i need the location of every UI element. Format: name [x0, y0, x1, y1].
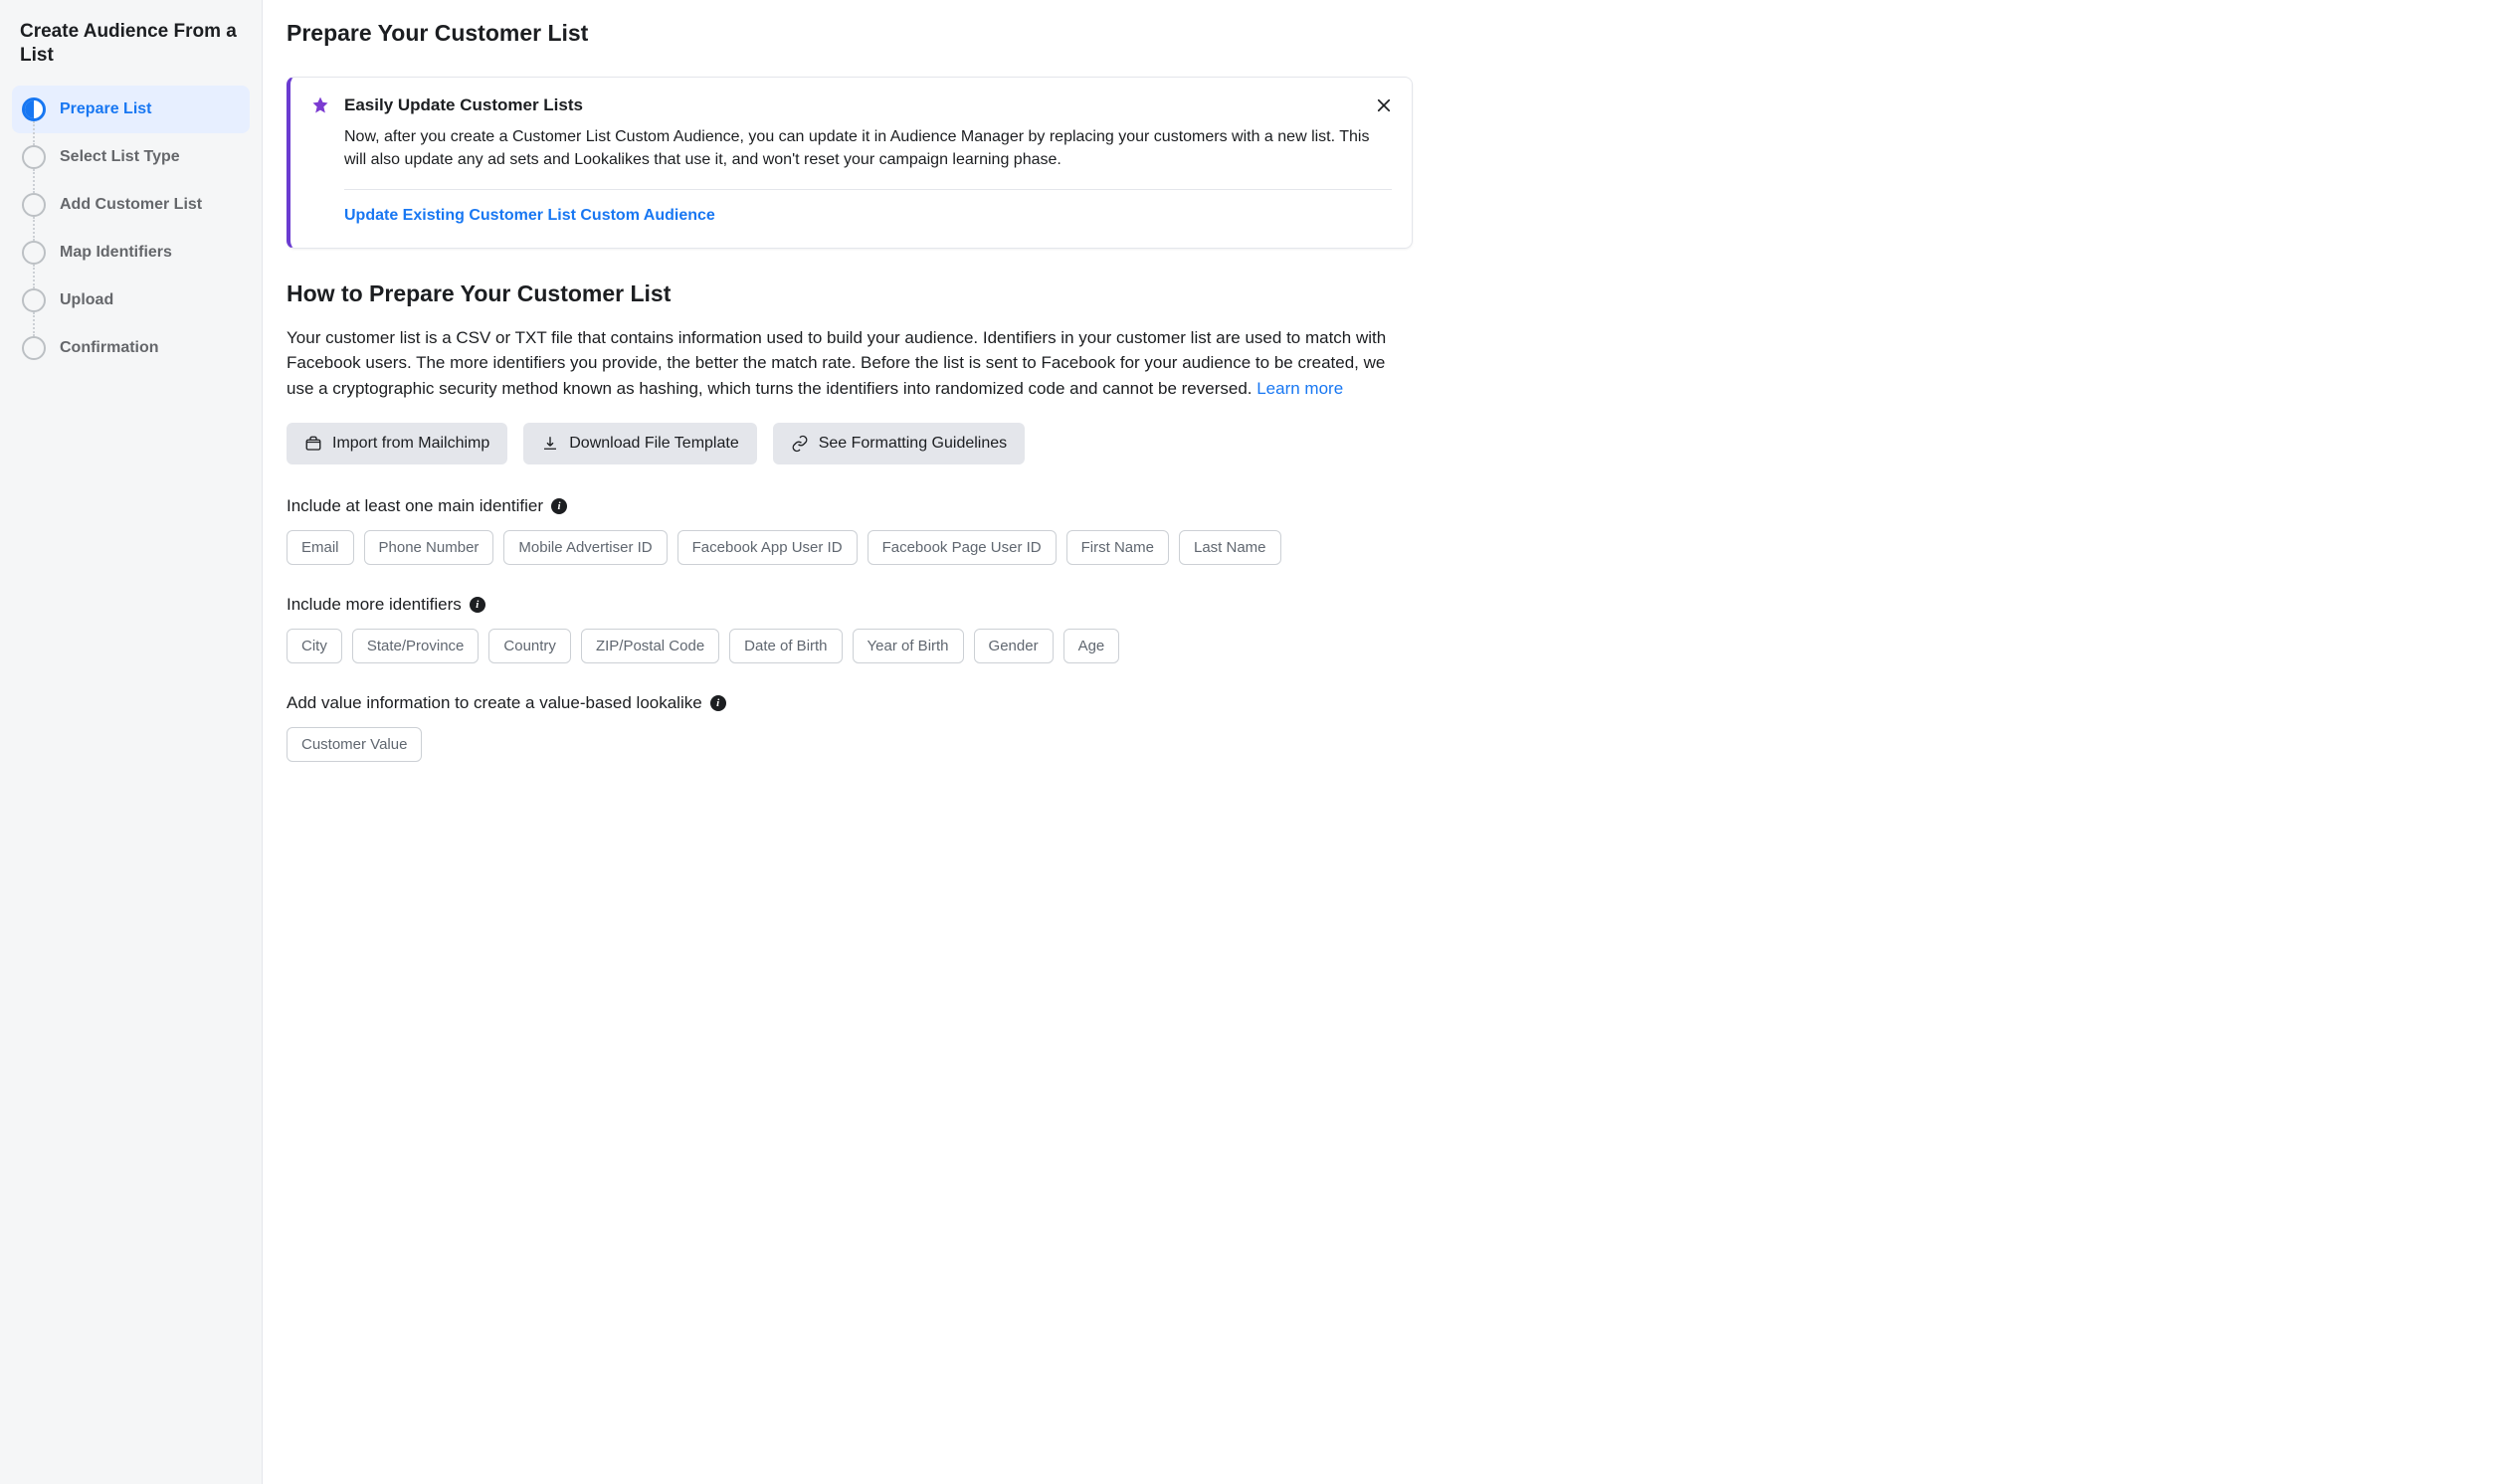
update-notice-card: Easily Update Customer Lists Now, after … — [287, 77, 1413, 249]
chip-zip-postal[interactable]: ZIP/Postal Code — [581, 629, 719, 663]
main-content: Prepare Your Customer List Easily Update… — [263, 0, 1437, 1484]
chip-city[interactable]: City — [287, 629, 342, 663]
step-prepare-list[interactable]: Prepare List — [12, 86, 250, 133]
chip-phone-number[interactable]: Phone Number — [364, 530, 494, 565]
page-title: Prepare Your Customer List — [287, 20, 1413, 47]
chip-fb-page-user-id[interactable]: Facebook Page User ID — [868, 530, 1057, 565]
main-identifier-chips: Email Phone Number Mobile Advertiser ID … — [287, 530, 1413, 565]
value-info-heading: Add value information to create a value-… — [287, 693, 1413, 713]
import-mailchimp-button[interactable]: Import from Mailchimp — [287, 423, 507, 464]
step-label: Confirmation — [60, 339, 159, 357]
chip-first-name[interactable]: First Name — [1066, 530, 1169, 565]
close-icon — [1375, 96, 1393, 114]
chip-gender[interactable]: Gender — [974, 629, 1054, 663]
step-select-list-type[interactable]: Select List Type — [12, 133, 250, 181]
more-identifier-chips: City State/Province Country ZIP/Postal C… — [287, 629, 1413, 663]
sidebar-title: Create Audience From a List — [20, 20, 242, 68]
chip-age[interactable]: Age — [1063, 629, 1120, 663]
chip-country[interactable]: Country — [488, 629, 571, 663]
step-indicator-icon — [22, 241, 46, 265]
step-upload[interactable]: Upload — [12, 277, 250, 324]
star-icon — [310, 95, 330, 115]
notice-title: Easily Update Customer Lists — [344, 95, 583, 115]
main-identifiers-heading: Include at least one main identifier i — [287, 496, 1413, 516]
chip-email[interactable]: Email — [287, 530, 354, 565]
info-icon[interactable]: i — [710, 695, 726, 711]
chip-state-province[interactable]: State/Province — [352, 629, 480, 663]
action-buttons-row: Import from Mailchimp Download File Temp… — [287, 423, 1413, 464]
step-label: Select List Type — [60, 148, 180, 166]
download-template-button[interactable]: Download File Template — [523, 423, 756, 464]
more-identifiers-heading: Include more identifiers i — [287, 595, 1413, 615]
step-confirmation[interactable]: Confirmation — [12, 324, 250, 372]
chip-last-name[interactable]: Last Name — [1179, 530, 1281, 565]
update-existing-link[interactable]: Update Existing Customer List Custom Aud… — [344, 207, 715, 224]
info-icon[interactable]: i — [470, 597, 485, 613]
link-icon — [791, 435, 809, 453]
step-list: Prepare List Select List Type Add Custom… — [12, 86, 250, 372]
download-icon — [541, 435, 559, 453]
chip-dob[interactable]: Date of Birth — [729, 629, 842, 663]
chip-yob[interactable]: Year of Birth — [853, 629, 964, 663]
chip-mobile-advertiser-id[interactable]: Mobile Advertiser ID — [503, 530, 667, 565]
howto-body: Your customer list is a CSV or TXT file … — [287, 325, 1413, 402]
info-icon[interactable]: i — [551, 498, 567, 514]
step-add-customer-list[interactable]: Add Customer List — [12, 181, 250, 229]
chip-fb-app-user-id[interactable]: Facebook App User ID — [677, 530, 858, 565]
step-label: Upload — [60, 291, 113, 309]
step-indicator-icon — [22, 193, 46, 217]
howto-title: How to Prepare Your Customer List — [287, 280, 1413, 307]
step-indicator-icon — [22, 336, 46, 360]
close-notice-button[interactable] — [1370, 92, 1398, 119]
sidebar: Create Audience From a List Prepare List… — [0, 0, 263, 1484]
step-label: Prepare List — [60, 100, 151, 118]
chip-customer-value[interactable]: Customer Value — [287, 727, 422, 762]
divider — [344, 189, 1392, 190]
import-icon — [304, 435, 322, 453]
step-indicator-icon — [22, 145, 46, 169]
step-indicator-icon — [22, 288, 46, 312]
value-chips: Customer Value — [287, 727, 1413, 762]
learn-more-link[interactable]: Learn more — [1256, 379, 1343, 398]
step-indicator-icon — [22, 97, 46, 121]
step-label: Map Identifiers — [60, 244, 172, 262]
notice-body-text: Now, after you create a Customer List Cu… — [344, 125, 1392, 171]
formatting-guidelines-button[interactable]: See Formatting Guidelines — [773, 423, 1025, 464]
step-map-identifiers[interactable]: Map Identifiers — [12, 229, 250, 277]
step-label: Add Customer List — [60, 196, 202, 214]
